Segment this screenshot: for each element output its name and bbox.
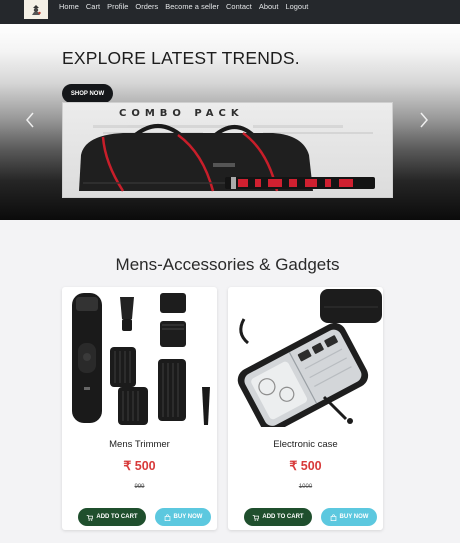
product-name: Electronic case xyxy=(273,439,338,450)
product-card[interactable]: Mens Trimmer ₹ 500 999 ADD TO CART BUY N… xyxy=(62,287,217,530)
add-to-cart-button[interactable]: ADD TO CART xyxy=(244,508,312,526)
shop-now-button[interactable]: SHOP NOW xyxy=(62,84,113,103)
bag-icon xyxy=(164,513,170,521)
navbar: Home Cart Profile Orders Become a seller… xyxy=(0,0,460,24)
product-mrp: 1000 xyxy=(298,484,313,490)
trimmer-kit-image xyxy=(72,293,210,425)
nav-links: Home Cart Profile Orders Become a seller… xyxy=(59,2,315,11)
duffel-bag-image xyxy=(79,124,375,192)
nav-home-link[interactable]: Home xyxy=(59,2,79,11)
product-name: Mens Trimmer xyxy=(109,439,170,450)
bag-icon xyxy=(330,513,336,521)
nav-profile-link[interactable]: Profile xyxy=(107,2,128,11)
product-image[interactable] xyxy=(62,287,217,427)
cart-icon xyxy=(87,514,94,521)
nav-about-link[interactable]: About xyxy=(259,2,279,11)
buy-now-button[interactable]: BUY NOW xyxy=(155,508,211,526)
add-to-cart-label: ADD TO CART xyxy=(96,514,138,520)
product-card[interactable]: Electronic case ₹ 500 1000 ADD TO CART B… xyxy=(228,287,383,530)
electronic-case-image xyxy=(237,289,382,427)
nav-logout-link[interactable]: Logout xyxy=(285,2,308,11)
add-to-cart-label: ADD TO CART xyxy=(262,514,304,520)
section-title: Mens-Accessories & Gadgets xyxy=(115,255,340,274)
combo-pack-banner[interactable]: COMBO PACK xyxy=(62,102,393,198)
buy-now-button[interactable]: BUY NOW xyxy=(321,508,377,526)
chevron-left-icon[interactable] xyxy=(25,112,35,132)
cart-icon xyxy=(253,514,260,521)
product-image[interactable] xyxy=(228,287,383,427)
add-to-cart-button[interactable]: ADD TO CART xyxy=(78,508,146,526)
brand-logo[interactable] xyxy=(24,0,48,19)
nav-orders-link[interactable]: Orders xyxy=(135,2,158,11)
nav-become-seller-link[interactable]: Become a seller xyxy=(165,2,219,11)
product-price: ₹ 500 xyxy=(289,459,322,473)
nav-cart-link[interactable]: Cart xyxy=(86,2,100,11)
hero-title: EXPLORE LATEST TRENDS. xyxy=(62,48,300,68)
buy-now-label: BUY NOW xyxy=(173,514,203,520)
product-mrp: 999 xyxy=(134,484,145,490)
logo-icon xyxy=(32,4,41,15)
hero-carousel: EXPLORE LATEST TRENDS. SHOP NOW COMBO PA… xyxy=(0,24,460,220)
chevron-right-icon[interactable] xyxy=(419,112,429,132)
buy-now-label: BUY NOW xyxy=(339,514,369,520)
product-price: ₹ 500 xyxy=(123,459,156,473)
nav-contact-link[interactable]: Contact xyxy=(226,2,252,11)
